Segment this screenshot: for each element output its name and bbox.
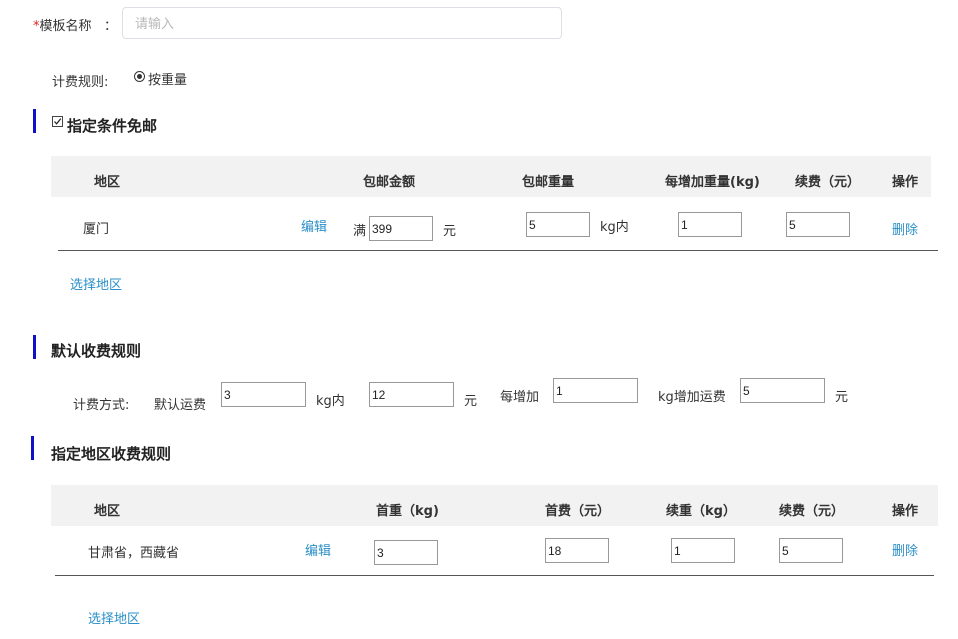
weight-unit: kg内: [600, 220, 629, 235]
row-region: 厦门: [83, 222, 110, 237]
edit-region-link[interactable]: 编辑: [301, 216, 327, 235]
template-name-input[interactable]: [122, 7, 562, 39]
row-divider: [58, 250, 938, 251]
column-header-renew-fee: 续费（元）: [795, 175, 861, 190]
section-accent-bar: [33, 109, 36, 133]
section-accent-bar: [33, 335, 36, 359]
delete-row-link[interactable]: 删除: [892, 540, 918, 559]
amount-prefix: 满: [353, 224, 367, 239]
free-weight-input[interactable]: [526, 212, 590, 237]
region-first-weight-input[interactable]: [374, 540, 438, 565]
billing-rule-label: 计费规则:: [52, 75, 109, 90]
column-header-actions: 操作: [892, 175, 919, 190]
column-header-add-weight: 续重（kg）: [666, 504, 736, 519]
column-header-add-weight: 每增加重量(kg): [665, 175, 760, 190]
template-name-label-text: 模板名称: [39, 19, 92, 34]
add-weight-input[interactable]: [678, 212, 742, 237]
column-header-actions: 操作: [892, 504, 919, 519]
column-header-first-weight: 首重（kg): [376, 504, 439, 519]
free-shipping-checkbox[interactable]: [52, 116, 63, 127]
billing-by-weight-label: 按重量: [148, 73, 188, 88]
section-accent-bar: [31, 436, 34, 460]
billing-method-label: 计费方式:: [73, 398, 130, 413]
region-rule-title: 指定地区收费规则: [51, 445, 172, 463]
default-add-fee-input[interactable]: [740, 378, 825, 403]
default-add-weight-input[interactable]: [553, 378, 638, 403]
each-add-label: 每增加: [500, 390, 540, 405]
amount-unit: 元: [443, 224, 457, 239]
renew-fee-input[interactable]: [786, 212, 850, 237]
region-add-weight-input[interactable]: [671, 538, 735, 563]
default-first-weight-input[interactable]: [221, 382, 306, 407]
column-header-free-amount: 包邮金额: [363, 175, 416, 190]
select-region-link[interactable]: 选择地区: [88, 608, 140, 627]
template-name-colon: ：: [104, 19, 118, 34]
column-header-region: 地区: [94, 175, 121, 190]
delete-row-link[interactable]: 删除: [892, 219, 918, 238]
region-first-fee-input[interactable]: [545, 538, 609, 563]
add-fee-unit: 元: [835, 390, 849, 405]
checkmark-icon: [54, 118, 62, 125]
column-header-first-fee: 首费（元）: [545, 504, 611, 519]
row-divider: [55, 575, 934, 576]
free-amount-input[interactable]: [369, 216, 433, 241]
add-fee-label: kg增加运费: [658, 390, 726, 405]
free-shipping-title: 指定条件免邮: [67, 117, 158, 135]
column-header-free-weight: 包邮重量: [522, 175, 575, 190]
template-name-label: *模板名称: [33, 15, 92, 34]
default-fee-label: 默认运费: [154, 398, 207, 413]
row-region: 甘肃省，西藏省: [88, 546, 180, 561]
default-first-fee-input[interactable]: [369, 382, 454, 407]
first-weight-unit: kg内: [316, 394, 345, 409]
region-add-fee-input[interactable]: [779, 538, 843, 563]
select-region-link[interactable]: 选择地区: [70, 274, 122, 293]
column-header-add-fee: 续费（元）: [779, 504, 845, 519]
billing-by-weight-radio[interactable]: [134, 71, 145, 82]
default-rule-title: 默认收费规则: [51, 342, 142, 360]
column-header-region: 地区: [94, 504, 121, 519]
first-fee-unit: 元: [464, 394, 478, 409]
edit-region-link[interactable]: 编辑: [305, 540, 331, 559]
